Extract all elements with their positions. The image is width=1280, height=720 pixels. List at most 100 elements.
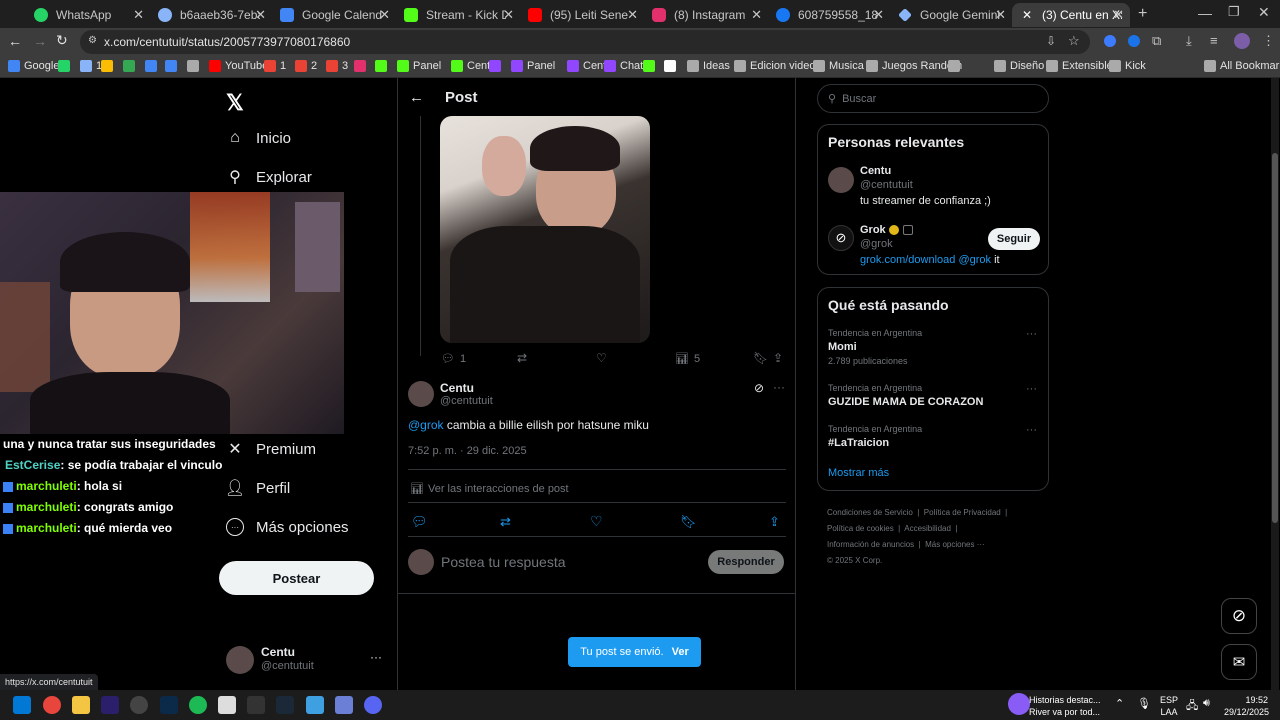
- windows-start-icon[interactable]: [13, 696, 31, 714]
- bookmark-item[interactable]: Google: [8, 60, 59, 72]
- trend-item[interactable]: Tendencia en Argentina GUZIDE MAMA DE CO…: [818, 381, 1048, 417]
- discord-icon[interactable]: [364, 696, 382, 714]
- person-handle[interactable]: @centutuit: [860, 179, 913, 191]
- new-tab-icon[interactable]: +: [1138, 5, 1147, 23]
- follow-button[interactable]: Seguir: [988, 228, 1040, 250]
- grok-fab-icon[interactable]: ⊘: [1221, 598, 1257, 634]
- bookmark-item[interactable]: [58, 60, 74, 72]
- nav-premium[interactable]: ✕ Premium: [226, 440, 316, 459]
- close-icon[interactable]: ✕: [503, 7, 514, 23]
- site-info-icon[interactable]: ⚙: [88, 35, 97, 46]
- profile-avatar[interactable]: [1234, 33, 1250, 49]
- reply-icon[interactable]: 💬︎: [411, 514, 428, 530]
- close-icon[interactable]: ✕: [873, 7, 884, 23]
- trend-more-icon[interactable]: ···: [1026, 328, 1037, 340]
- tab-instagram[interactable]: (8) Instagram ✕: [644, 3, 768, 27]
- language-indicator[interactable]: ESP LAA: [1160, 694, 1178, 718]
- volume-icon[interactable]: 🔊︎: [1203, 697, 1210, 710]
- bookmark-icon[interactable]: 🔖︎: [753, 351, 768, 365]
- bookmark-item[interactable]: [664, 60, 680, 72]
- account-avatar[interactable]: [226, 646, 254, 674]
- bookmark-item[interactable]: [101, 60, 117, 72]
- file-explorer-icon[interactable]: [72, 696, 90, 714]
- bookmark-item[interactable]: Panel: [397, 60, 441, 72]
- grok-icon[interactable]: ⊘: [754, 381, 764, 395]
- bookmark-item[interactable]: 3: [326, 60, 348, 72]
- person-name[interactable]: Grok: [860, 224, 913, 236]
- share-icon[interactable]: ⇪: [773, 351, 783, 365]
- bookmark-item[interactable]: Kick: [1109, 60, 1146, 72]
- footer-link[interactable]: Más opciones ···: [925, 540, 985, 549]
- extension-icon[interactable]: [1128, 35, 1140, 47]
- media-icon[interactable]: ≡: [1210, 33, 1218, 48]
- toast-view-link[interactable]: Ver: [672, 646, 689, 658]
- trend-item[interactable]: Tendencia en Argentina #LaTraicion ···: [818, 422, 1048, 458]
- bookmark-item[interactable]: All Bookmarks: [1204, 60, 1280, 72]
- back-icon[interactable]: ←: [8, 33, 22, 49]
- extensions-puzzle-icon[interactable]: ⧉: [1152, 33, 1161, 49]
- tab-calendar[interactable]: Google Calendar - di✕: [272, 3, 396, 27]
- nav-home[interactable]: ⌂ Inicio: [226, 129, 291, 147]
- reload-icon[interactable]: ↻: [56, 32, 68, 49]
- bookmark-item[interactable]: Diseño: [994, 60, 1044, 72]
- post-more-icon[interactable]: ···: [773, 380, 785, 394]
- show-more-link[interactable]: Mostrar más: [828, 467, 889, 479]
- forward-icon[interactable]: →: [33, 33, 47, 49]
- close-icon[interactable]: ✕: [255, 7, 266, 23]
- mention-link[interactable]: @grok: [408, 418, 444, 432]
- nav-explore[interactable]: ⚲ Explorar: [226, 168, 312, 187]
- bookmark-item[interactable]: [948, 60, 964, 72]
- spotify-icon[interactable]: [189, 696, 207, 714]
- post-button[interactable]: Postear: [219, 561, 374, 595]
- person-name[interactable]: Centu: [860, 165, 891, 177]
- bookmark-item[interactable]: 1: [264, 60, 286, 72]
- tab-youtube[interactable]: (95) Leiti Sene - Bitco✕: [520, 3, 644, 27]
- share-icon[interactable]: ⇪: [769, 514, 780, 530]
- bookmark-item[interactable]: Extensible: [1046, 60, 1113, 72]
- bookmark-item[interactable]: [123, 60, 139, 72]
- bookmark-item[interactable]: Chat: [604, 60, 643, 72]
- close-icon[interactable]: ✕: [1113, 7, 1124, 23]
- nav-more[interactable]: ··· Más opciones: [226, 518, 349, 536]
- tab-gemini[interactable]: Google Gemini ✕: [890, 3, 1012, 27]
- reply-action[interactable]: 💬︎ 1: [441, 352, 466, 366]
- bookmark-item[interactable]: Ideas: [687, 60, 730, 72]
- scrollbar-track[interactable]: [1271, 78, 1279, 690]
- person-handle[interactable]: @grok: [860, 238, 893, 250]
- news-widget[interactable]: Historias destac... River va por tod...: [1029, 694, 1101, 718]
- microphone-icon[interactable]: 🎙︎: [1137, 697, 1151, 710]
- interactions-link[interactable]: 📊︎ Ver las interacciones de post: [410, 482, 569, 495]
- nav-profile[interactable]: 👤︎ Perfil: [225, 479, 290, 498]
- footer-link[interactable]: Accesibilidad: [904, 524, 951, 533]
- close-icon[interactable]: ✕: [995, 7, 1006, 23]
- menu-kebab-icon[interactable]: ⋮: [1262, 33, 1275, 49]
- repost-icon[interactable]: ⇄: [517, 351, 527, 365]
- trend-more-icon[interactable]: ···: [1026, 424, 1037, 436]
- close-icon[interactable]: ✕: [133, 7, 144, 23]
- bookmark-item[interactable]: [489, 60, 505, 72]
- author-name[interactable]: Centu: [440, 381, 474, 395]
- footer-link[interactable]: Condiciones de Servicio: [827, 508, 913, 517]
- footer-link[interactable]: Información de anuncios: [827, 540, 914, 549]
- reply-input[interactable]: Postea tu respuesta: [441, 554, 566, 570]
- author-handle[interactable]: @centutuit: [440, 395, 493, 407]
- bio-link[interactable]: grok.com/download @grok: [860, 254, 991, 266]
- chrome-icon[interactable]: [43, 696, 61, 714]
- bookmark-item[interactable]: [187, 60, 203, 72]
- app-icon[interactable]: [335, 696, 353, 714]
- bookmark-star-icon[interactable]: ☆: [1068, 33, 1080, 49]
- bookmark-item[interactable]: [145, 60, 161, 72]
- capcut-icon[interactable]: [247, 696, 265, 714]
- close-icon[interactable]: ✕: [379, 7, 390, 23]
- trend-more-icon[interactable]: ···: [1026, 383, 1037, 395]
- scrollbar-thumb[interactable]: [1272, 153, 1278, 523]
- bookmark-item[interactable]: 2: [295, 60, 317, 72]
- tab-doc[interactable]: b6aaeb36-7eba-41a✕: [150, 3, 272, 27]
- back-arrow-icon[interactable]: ←: [409, 89, 424, 106]
- search-input[interactable]: ⚲ Buscar: [817, 84, 1049, 113]
- premiere-icon[interactable]: [101, 696, 119, 714]
- install-icon[interactable]: ⇩: [1046, 34, 1056, 48]
- photoshop-icon[interactable]: [160, 696, 178, 714]
- account-more-icon[interactable]: ···: [370, 650, 382, 664]
- clock[interactable]: 19:52 29/12/2025: [1224, 694, 1269, 718]
